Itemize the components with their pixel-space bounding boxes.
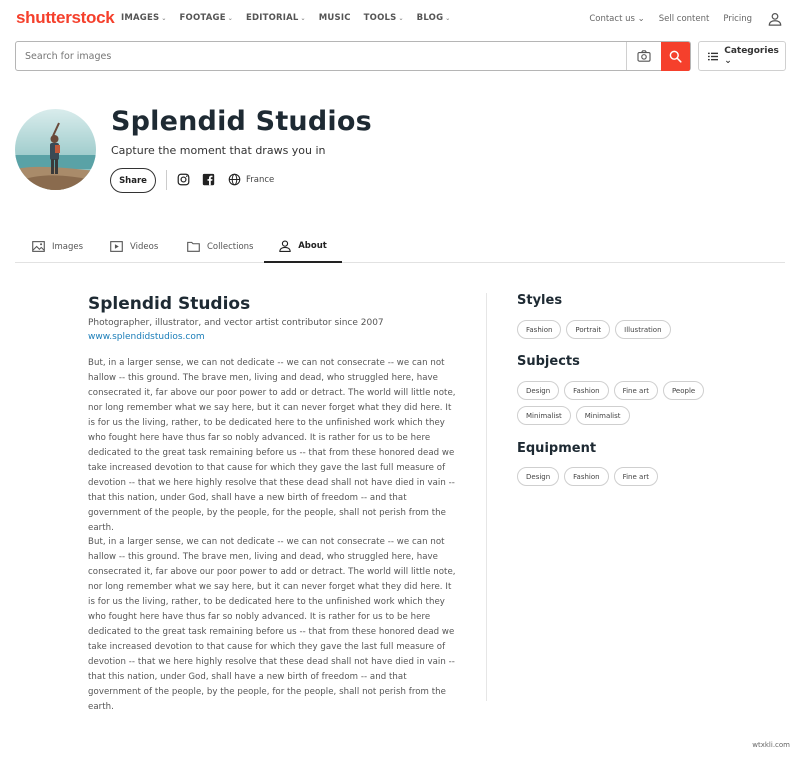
contact-us-link[interactable]: Contact us ⌄ xyxy=(589,14,644,24)
about-paragraph: But, in a larger sense, we can not dedic… xyxy=(88,537,456,712)
tab-about[interactable]: About xyxy=(264,230,342,263)
chip-minimalist[interactable]: Minimalist xyxy=(575,406,630,425)
top-navigation: shutterstock IMAGES ⌄ FOOTAGE ⌄ EDITORIAL ⌄… xyxy=(0,0,800,36)
pricing-link[interactable]: Pricing xyxy=(723,14,752,24)
camera-search-icon xyxy=(637,50,651,62)
folder-icon xyxy=(187,241,200,252)
chip-portrait[interactable]: Portrait xyxy=(566,320,611,339)
chip-fashion[interactable]: Fashion xyxy=(564,381,609,400)
chip-minimalist[interactable]: Minimalist xyxy=(517,406,571,425)
person-icon xyxy=(279,239,291,252)
profile-tagline: Capture the moment that draws you in xyxy=(111,144,326,157)
search-button[interactable] xyxy=(661,42,690,71)
about-paragraph: But, in a larger sense, we can not dedic… xyxy=(88,358,456,533)
chip-people[interactable]: People xyxy=(662,381,705,400)
profile-tabs: Images Videos Collections About xyxy=(15,230,785,263)
website-link[interactable]: www.splendidstudios.com xyxy=(88,332,205,342)
video-icon xyxy=(110,241,123,252)
nav-tools[interactable]: TOOLS ⌄ xyxy=(364,13,404,23)
tab-about-label: About xyxy=(298,240,327,251)
nav-editorial[interactable]: EDITORIAL ⌄ xyxy=(246,13,306,23)
nav-footage-label: FOOTAGE xyxy=(179,13,226,23)
tab-collections-label: Collections xyxy=(207,241,254,252)
user-icon[interactable] xyxy=(768,12,782,26)
nav-right: Contact us ⌄ Sell content Pricing xyxy=(575,12,782,26)
tab-videos[interactable]: Videos xyxy=(110,230,158,263)
tab-images[interactable]: Images xyxy=(32,230,83,263)
avatar-photo xyxy=(15,109,96,190)
nav-images[interactable]: IMAGES ⌄ xyxy=(121,13,167,23)
chevron-down-icon: ⌄ xyxy=(445,15,451,22)
subjects-chips-row1: Design Fashion Fine art People xyxy=(517,381,705,400)
nav-tools-label: TOOLS xyxy=(363,13,397,23)
chevron-down-icon: ⌄ xyxy=(227,15,233,22)
chevron-down-icon: ⌄ xyxy=(300,15,306,22)
subjects-chips-row2: Minimalist Minimalist xyxy=(517,406,630,425)
styles-heading: Styles xyxy=(517,293,563,308)
nav-blog[interactable]: BLOG ⌄ xyxy=(417,13,451,23)
equipment-chips: Design Fashion Fine art xyxy=(517,467,658,486)
camera-search-button[interactable] xyxy=(626,42,661,70)
categories-dropdown[interactable]: Categories ⌄ xyxy=(698,41,786,71)
search-icon xyxy=(669,50,682,63)
avatar xyxy=(15,109,96,190)
list-icon xyxy=(708,52,719,60)
search-input[interactable] xyxy=(16,42,626,70)
chevron-down-icon: ⌄ xyxy=(398,15,404,22)
watermark: wtxkli.com xyxy=(752,741,790,749)
share-button[interactable]: Share xyxy=(110,168,156,193)
nav-images-label: IMAGES xyxy=(121,13,160,23)
tab-images-label: Images xyxy=(52,241,84,252)
column-divider xyxy=(486,293,487,701)
about-subtitle: Photographer, illustrator, and vector ar… xyxy=(88,318,384,328)
tab-videos-label: Videos xyxy=(130,241,159,252)
about-name: Splendid Studios xyxy=(88,294,251,314)
sell-content-link[interactable]: Sell content xyxy=(659,14,710,24)
nav-editorial-label: EDITORIAL xyxy=(245,13,299,23)
divider xyxy=(166,170,167,190)
image-icon xyxy=(32,241,45,252)
tab-collections[interactable]: Collections xyxy=(187,230,253,263)
instagram-icon[interactable] xyxy=(177,173,190,186)
nav-music[interactable]: MUSIC xyxy=(319,13,351,23)
profile-name: Splendid Studios xyxy=(111,106,372,137)
chip-design[interactable]: Design xyxy=(517,467,560,486)
shutterstock-logo[interactable]: shutterstock xyxy=(16,8,115,28)
chip-design[interactable]: Design xyxy=(517,381,560,400)
equipment-heading: Equipment xyxy=(517,441,597,456)
search-bar xyxy=(15,41,691,71)
profile-country: France xyxy=(246,175,275,185)
chevron-down-icon: ⌄ xyxy=(161,15,167,22)
main-nav-links: IMAGES ⌄ FOOTAGE ⌄ EDITORIAL ⌄ MUSIC TOOLS ⌄… xyxy=(121,13,464,23)
styles-chips: Fashion Portrait Illustration xyxy=(517,320,671,339)
nav-footage[interactable]: FOOTAGE ⌄ xyxy=(180,13,233,23)
chip-fashion[interactable]: Fashion xyxy=(564,467,609,486)
nav-music-label: MUSIC xyxy=(318,13,351,23)
facebook-icon[interactable] xyxy=(202,173,215,186)
chip-fine-art[interactable]: Fine art xyxy=(613,381,658,400)
chip-illustration[interactable]: Illustration xyxy=(615,320,671,339)
chip-fashion[interactable]: Fashion xyxy=(517,320,562,339)
chip-fine-art[interactable]: Fine art xyxy=(613,467,658,486)
subjects-heading: Subjects xyxy=(517,354,580,369)
nav-blog-label: BLOG xyxy=(416,13,444,23)
categories-label: Categories ⌄ xyxy=(724,46,779,66)
globe-icon xyxy=(228,173,241,186)
